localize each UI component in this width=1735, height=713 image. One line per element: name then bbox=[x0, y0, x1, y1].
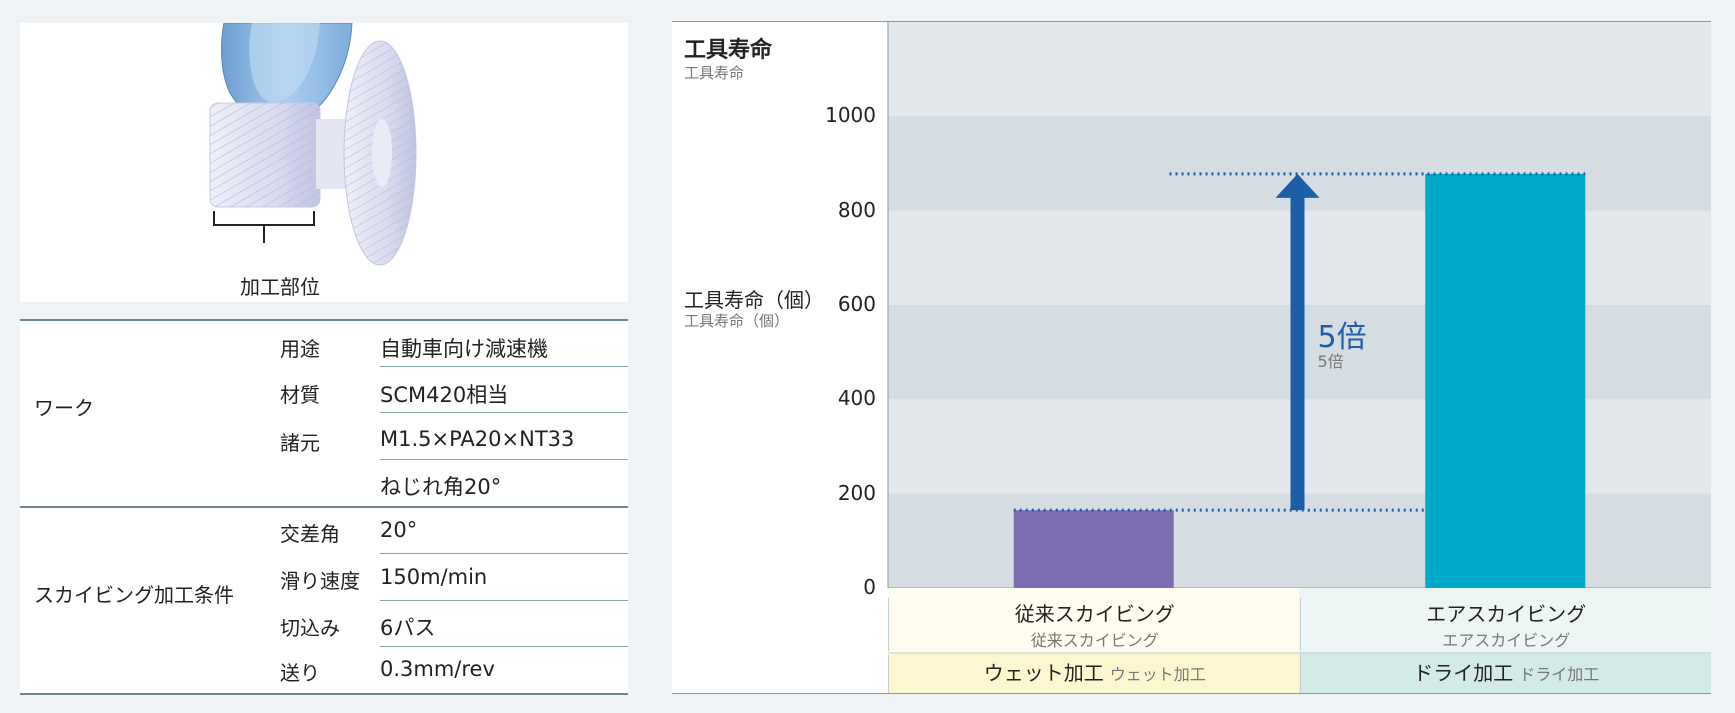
category-label-sub: エアスカイビング bbox=[1442, 631, 1571, 650]
category-label-sub: 従来スカイビング bbox=[1030, 631, 1159, 650]
row-divider bbox=[380, 553, 628, 554]
y-axis-label: 工具寿命（個） bbox=[684, 288, 824, 312]
row-key: 材質 bbox=[280, 383, 320, 407]
y-tick-label: 800 bbox=[837, 197, 876, 222]
row-key: 交差角 bbox=[280, 522, 340, 546]
row-key: 諸元 bbox=[280, 431, 320, 455]
row-key: 送り bbox=[280, 661, 320, 685]
y-tick-label: 600 bbox=[837, 292, 876, 316]
category-label: エアスカイビング bbox=[1426, 602, 1587, 626]
method-cell: ウェット加工 ウェット加工 bbox=[888, 655, 1301, 693]
row-divider bbox=[380, 412, 628, 413]
spec-table: ワーク 用途 自動車向け減速機 材質 SCM420相当 諸元 M1.5×PA20… bbox=[20, 319, 628, 695]
group-divider bbox=[20, 506, 628, 508]
row-value: 0.3mm/rev bbox=[380, 657, 495, 681]
row-divider bbox=[380, 600, 628, 601]
machining-area-bracket bbox=[213, 211, 315, 243]
row-divider bbox=[380, 366, 628, 367]
chart-title-sub: 工具寿命 bbox=[684, 64, 745, 82]
method-label: ウェット加工 bbox=[983, 661, 1104, 685]
row-value: 6パス bbox=[380, 616, 436, 640]
bar bbox=[1425, 173, 1586, 589]
y-tick-label: 1000 bbox=[825, 103, 876, 128]
y-tick-label: 0 bbox=[863, 575, 876, 599]
row-value: 自動車向け減速機 bbox=[380, 337, 548, 361]
method-label-sub: ドライ加工 bbox=[1519, 665, 1600, 684]
row-value: SCM420相当 bbox=[380, 383, 509, 407]
bar bbox=[1013, 510, 1174, 588]
group-label-skiving-conditions: スカイビング加工条件 bbox=[34, 583, 234, 607]
ratio-label-sub: 5倍 bbox=[1317, 352, 1344, 372]
row-value: 150m/min bbox=[380, 565, 488, 589]
group-label-workpiece: ワーク bbox=[34, 396, 94, 420]
machining-area-label: 加工部位 bbox=[240, 275, 320, 299]
method-cell: ドライ加工 ドライ加工 bbox=[1299, 655, 1713, 693]
row-divider bbox=[380, 459, 628, 460]
tool-life-chart: 工具寿命 工具寿命 工具寿命（個） 工具寿命（個） 0 200 400 600 800 1… bbox=[672, 21, 1711, 694]
row-value: 20° bbox=[380, 518, 418, 542]
method-label: ドライ加工 bbox=[1413, 661, 1514, 685]
category-cell: 従来スカイビング 従来スカイビング bbox=[888, 598, 1301, 651]
y-tick-label: 400 bbox=[837, 386, 876, 411]
category-label: 従来スカイビング bbox=[1014, 602, 1175, 626]
row-key: 滑り速度 bbox=[280, 569, 360, 593]
gear-illustration-panel: 加工部位 bbox=[20, 23, 628, 302]
gear-illustration bbox=[209, 23, 417, 266]
y-tick-label: 200 bbox=[837, 480, 876, 505]
category-cell: エアスカイビング エアスカイビング bbox=[1299, 598, 1713, 651]
y-axis-label-sub: 工具寿命（個） bbox=[684, 312, 790, 330]
chart-title: 工具寿命 bbox=[684, 38, 773, 63]
growth-arrow-shaft bbox=[1290, 195, 1305, 511]
row-divider bbox=[380, 646, 628, 647]
row-value: M1.5×PA20×NT33 bbox=[380, 427, 575, 451]
row-key: 用途 bbox=[280, 337, 320, 361]
row-value: ねじれ角20° bbox=[380, 475, 502, 499]
method-label-sub: ウェット加工 bbox=[1109, 665, 1206, 684]
row-key: 切込み bbox=[280, 616, 340, 640]
